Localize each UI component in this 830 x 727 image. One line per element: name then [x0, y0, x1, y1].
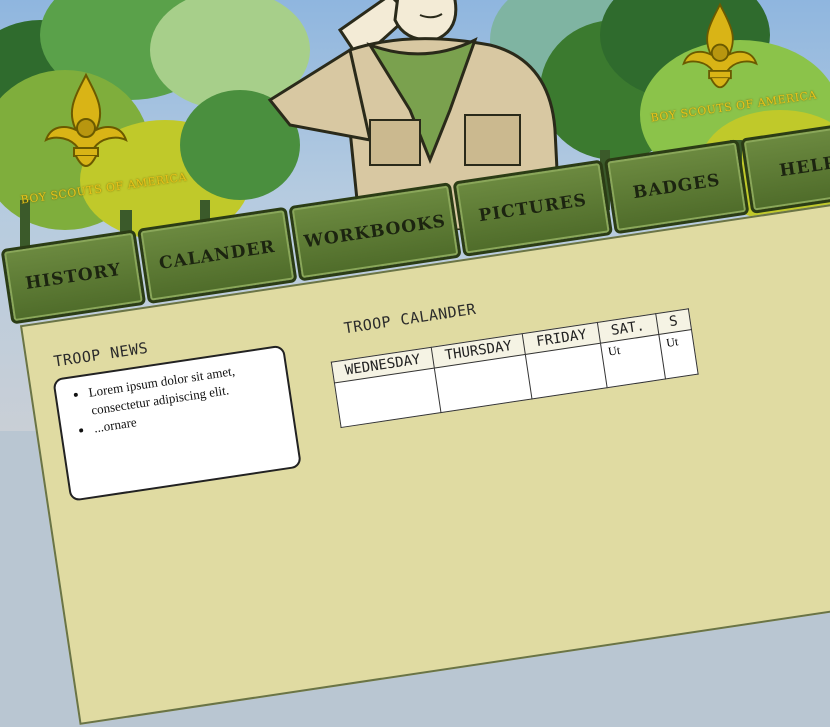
page-body: HISTORY CALANDER WORKBOOKS PICTURES BADG…: [0, 0, 830, 725]
troop-calander-title: TROOP CALANDER: [342, 299, 478, 338]
tab-label: CALANDER: [157, 236, 277, 274]
calendar-cell: Ut: [600, 334, 666, 388]
tab-label: HELP: [778, 152, 830, 182]
tab-help[interactable]: HELP: [740, 120, 830, 214]
calendar-cell: [525, 343, 608, 399]
calendar-cell: Ut: [658, 329, 699, 380]
tab-label: WORKBOOKS: [302, 211, 448, 253]
tab-label: BADGES: [631, 170, 722, 204]
troop-news-box: Lorem ipsum dolor sit amet, consectetur …: [52, 344, 303, 502]
tab-label: PICTURES: [477, 190, 589, 227]
tab-label: HISTORY: [24, 259, 123, 294]
